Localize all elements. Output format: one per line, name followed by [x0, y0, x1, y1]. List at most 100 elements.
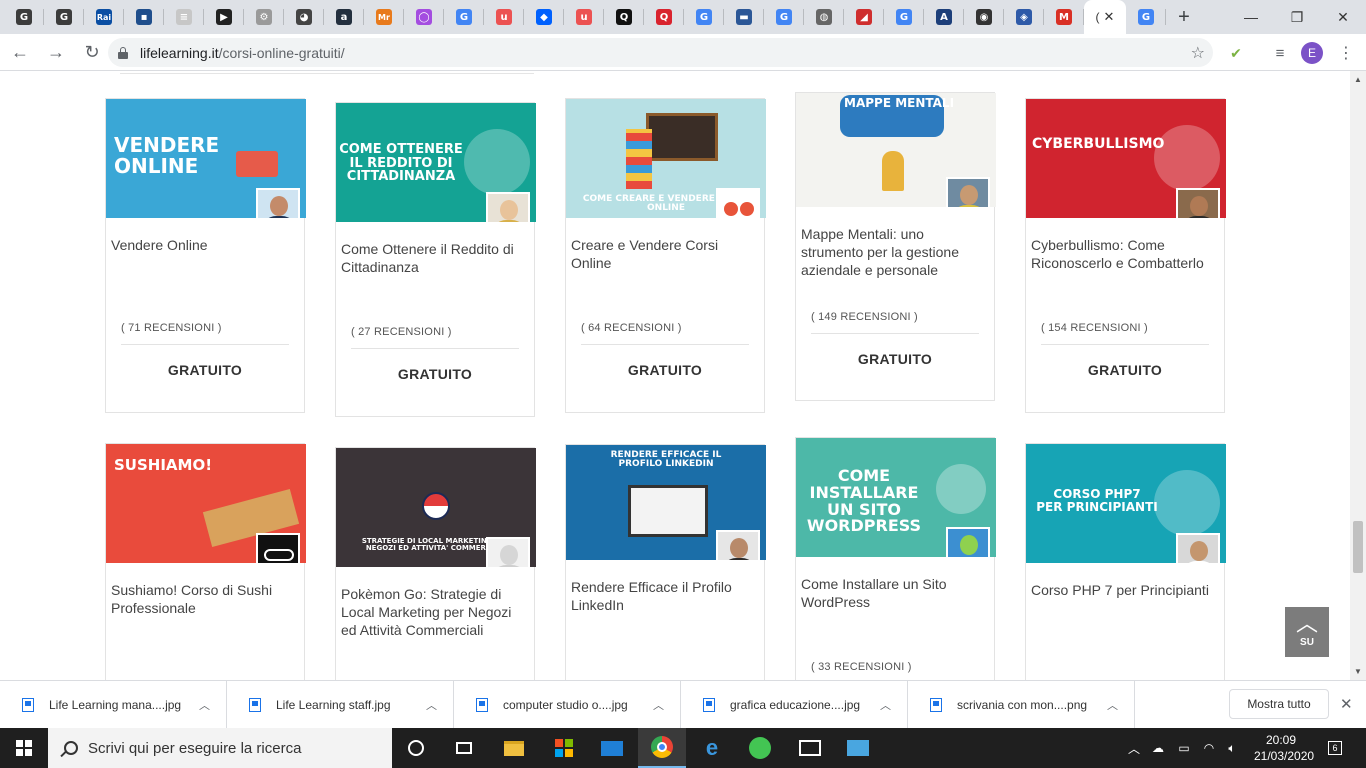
file-explorer-icon[interactable] — [490, 728, 538, 768]
course-title[interactable]: Vendere Online — [106, 218, 304, 322]
close-tab-icon[interactable]: ✕ — [1104, 9, 1115, 25]
tab[interactable]: G — [444, 0, 484, 34]
volume-icon[interactable]: 🔈︎ — [1220, 728, 1244, 768]
close-download-bar-icon[interactable]: ✕ — [1340, 695, 1353, 713]
course-thumbnail[interactable]: COME CREARE E VENDERE CORSI ONLINE — [566, 99, 766, 218]
course-title[interactable]: Creare e Vendere Corsi Online — [566, 218, 764, 322]
photos-icon[interactable] — [786, 728, 834, 768]
lock-icon[interactable] — [118, 46, 128, 59]
course-card[interactable]: SUSHIAMO! Sushiamo! Corso di Sushi Profes… — [105, 443, 306, 680]
back-arrow-icon[interactable]: ← — [4, 36, 36, 68]
mail-icon[interactable] — [588, 728, 636, 768]
battery-icon[interactable]: ▭ — [1172, 728, 1196, 768]
tab[interactable]: Mr — [364, 0, 404, 34]
tab[interactable]: u — [564, 0, 604, 34]
course-thumbnail[interactable]: VENDERE ONLINE — [106, 99, 306, 218]
download-item[interactable]: scrivania con mon....png ︿ — [908, 681, 1135, 729]
whatsapp-icon[interactable] — [736, 728, 784, 768]
reload-icon[interactable]: ↻ — [76, 36, 108, 68]
tab[interactable]: G — [884, 0, 924, 34]
profile-avatar[interactable]: E — [1300, 41, 1324, 65]
tab[interactable]: ▶ — [204, 0, 244, 34]
tab[interactable]: M — [1044, 0, 1084, 34]
course-card[interactable]: COME INSTALLARE UN SITO WORDPRESS Come In… — [795, 437, 996, 680]
download-item[interactable]: Life Learning mana....jpg ︿ — [0, 681, 227, 729]
tab[interactable]: ◢ — [844, 0, 884, 34]
download-item[interactable]: computer studio o....jpg ︿ — [454, 681, 681, 729]
course-thumbnail[interactable]: CORSO PHP7 PER PRINCIPIANTI — [1026, 444, 1226, 563]
tab[interactable]: ▬ — [724, 0, 764, 34]
tab[interactable]: ◍ — [804, 0, 844, 34]
course-thumbnail[interactable]: COME INSTALLARE UN SITO WORDPRESS — [796, 438, 996, 557]
store-icon[interactable] — [540, 728, 588, 768]
course-card[interactable]: CORSO PHP7 PER PRINCIPIANTI Corso PHP 7 p… — [1025, 443, 1226, 680]
bookmark-star-icon[interactable]: ☆ — [1191, 43, 1205, 63]
extension-check-icon[interactable]: ✔ — [1224, 41, 1248, 65]
download-item[interactable]: grafica educazione....jpg ︿ — [681, 681, 908, 729]
course-card[interactable]: RENDERE EFFICACE IL PROFILO LINKEDIN Rend… — [565, 444, 766, 680]
course-card[interactable]: MAPPE MENTALI Mappe Mentali: uno strument… — [795, 92, 996, 401]
tab[interactable]: Q — [644, 0, 684, 34]
course-title[interactable]: Mappe Mentali: uno strumento per la gest… — [796, 207, 994, 311]
address-bar[interactable]: lifelearning.it/corsi-online-gratuiti/ ☆ — [108, 38, 1213, 67]
chevron-up-icon[interactable]: ︿ — [880, 697, 891, 713]
forward-arrow-icon[interactable]: → — [40, 36, 72, 68]
scroll-up-icon[interactable]: ▲ — [1354, 75, 1362, 84]
chevron-up-icon[interactable]: ︿ — [199, 697, 210, 713]
taskbar-search-box[interactable]: Scrivi qui per eseguire la ricerca — [48, 728, 392, 768]
course-thumbnail[interactable]: STRATEGIE DI LOCAL MARKETING PER NEGOZI … — [336, 448, 536, 567]
course-title[interactable]: Corso PHP 7 per Principianti — [1026, 563, 1224, 667]
tab[interactable]: ◉ — [964, 0, 1004, 34]
tab[interactable]: A — [924, 0, 964, 34]
tray-chevron-up-icon[interactable]: ︿ — [1124, 728, 1144, 768]
start-button[interactable] — [0, 728, 48, 768]
course-title[interactable]: Come Ottenere il Reddito di Cittadinanza — [336, 222, 534, 326]
course-title[interactable]: Cyberbullismo: Come Riconoscerlo e Comba… — [1026, 218, 1224, 322]
close-window-icon[interactable]: ✕ — [1320, 0, 1366, 34]
tab[interactable]: ◕ — [284, 0, 324, 34]
tab[interactable]: ▪ — [124, 0, 164, 34]
course-thumbnail[interactable]: COME OTTENERE IL REDDITO DI CITTADINANZA — [336, 103, 536, 222]
course-card[interactable]: STRATEGIE DI LOCAL MARKETING PER NEGOZI … — [335, 447, 536, 680]
vertical-scrollbar[interactable]: ▲ ▼ — [1350, 71, 1366, 680]
tab[interactable]: Rai — [84, 0, 124, 34]
course-card[interactable]: COME OTTENERE IL REDDITO DI CITTADINANZA… — [335, 102, 536, 417]
tab[interactable]: ◆ — [524, 0, 564, 34]
menu-kebab-icon[interactable]: ⋮ — [1334, 41, 1358, 65]
course-card[interactable]: VENDERE ONLINE Vendere Online( 71 RECENSI… — [105, 98, 306, 413]
scroll-thumb[interactable] — [1353, 521, 1363, 573]
new-tab-button[interactable]: + — [1166, 0, 1202, 34]
tab[interactable]: Q — [604, 0, 644, 34]
task-view-icon[interactable] — [440, 728, 488, 768]
tab[interactable]: G — [684, 0, 724, 34]
reading-list-icon[interactable]: ≡ — [1268, 41, 1292, 65]
onedrive-cloud-icon[interactable]: ☁ — [1146, 728, 1170, 768]
tab[interactable]: G — [4, 0, 44, 34]
system-clock[interactable]: 20:09 21/03/2020 — [1254, 732, 1314, 764]
tab[interactable]: G — [1126, 0, 1166, 34]
tab[interactable]: G — [44, 0, 84, 34]
show-all-downloads-button[interactable]: Mostra tutto — [1229, 689, 1329, 719]
edge-icon[interactable]: e — [688, 728, 736, 768]
control-panel-icon[interactable] — [834, 728, 882, 768]
tab[interactable]: ◯ — [404, 0, 444, 34]
course-thumbnail[interactable]: SUSHIAMO! — [106, 444, 306, 563]
course-thumbnail[interactable]: MAPPE MENTALI — [796, 93, 996, 207]
tab[interactable]: u — [484, 0, 524, 34]
course-title[interactable]: Come Installare un Sito WordPress — [796, 557, 994, 661]
course-title[interactable]: Pokèmon Go: Strategie di Local Marketing… — [336, 567, 534, 671]
maximize-icon[interactable]: ❐ — [1274, 0, 1320, 34]
course-title[interactable]: Sushiamo! Corso di Sushi Professionale — [106, 563, 304, 667]
chevron-up-icon[interactable]: ︿ — [426, 697, 437, 713]
scroll-down-icon[interactable]: ▼ — [1354, 667, 1362, 676]
tab[interactable]: ◈ — [1004, 0, 1044, 34]
wifi-icon[interactable]: ◠ — [1198, 728, 1220, 768]
course-card[interactable]: COME CREARE E VENDERE CORSI ONLINE Creare… — [565, 98, 766, 413]
back-to-top-button[interactable]: ︿ SU — [1285, 607, 1329, 657]
course-thumbnail[interactable]: RENDERE EFFICACE IL PROFILO LINKEDIN — [566, 445, 766, 560]
chevron-up-icon[interactable]: ︿ — [653, 697, 664, 713]
tab[interactable]: G — [764, 0, 804, 34]
course-card[interactable]: CYBERBULLISMO Cyberbullismo: Come Riconos… — [1025, 98, 1226, 413]
tab-active[interactable]: ( ✕ — [1084, 0, 1126, 34]
notifications-icon[interactable]: 6 — [1322, 728, 1348, 768]
